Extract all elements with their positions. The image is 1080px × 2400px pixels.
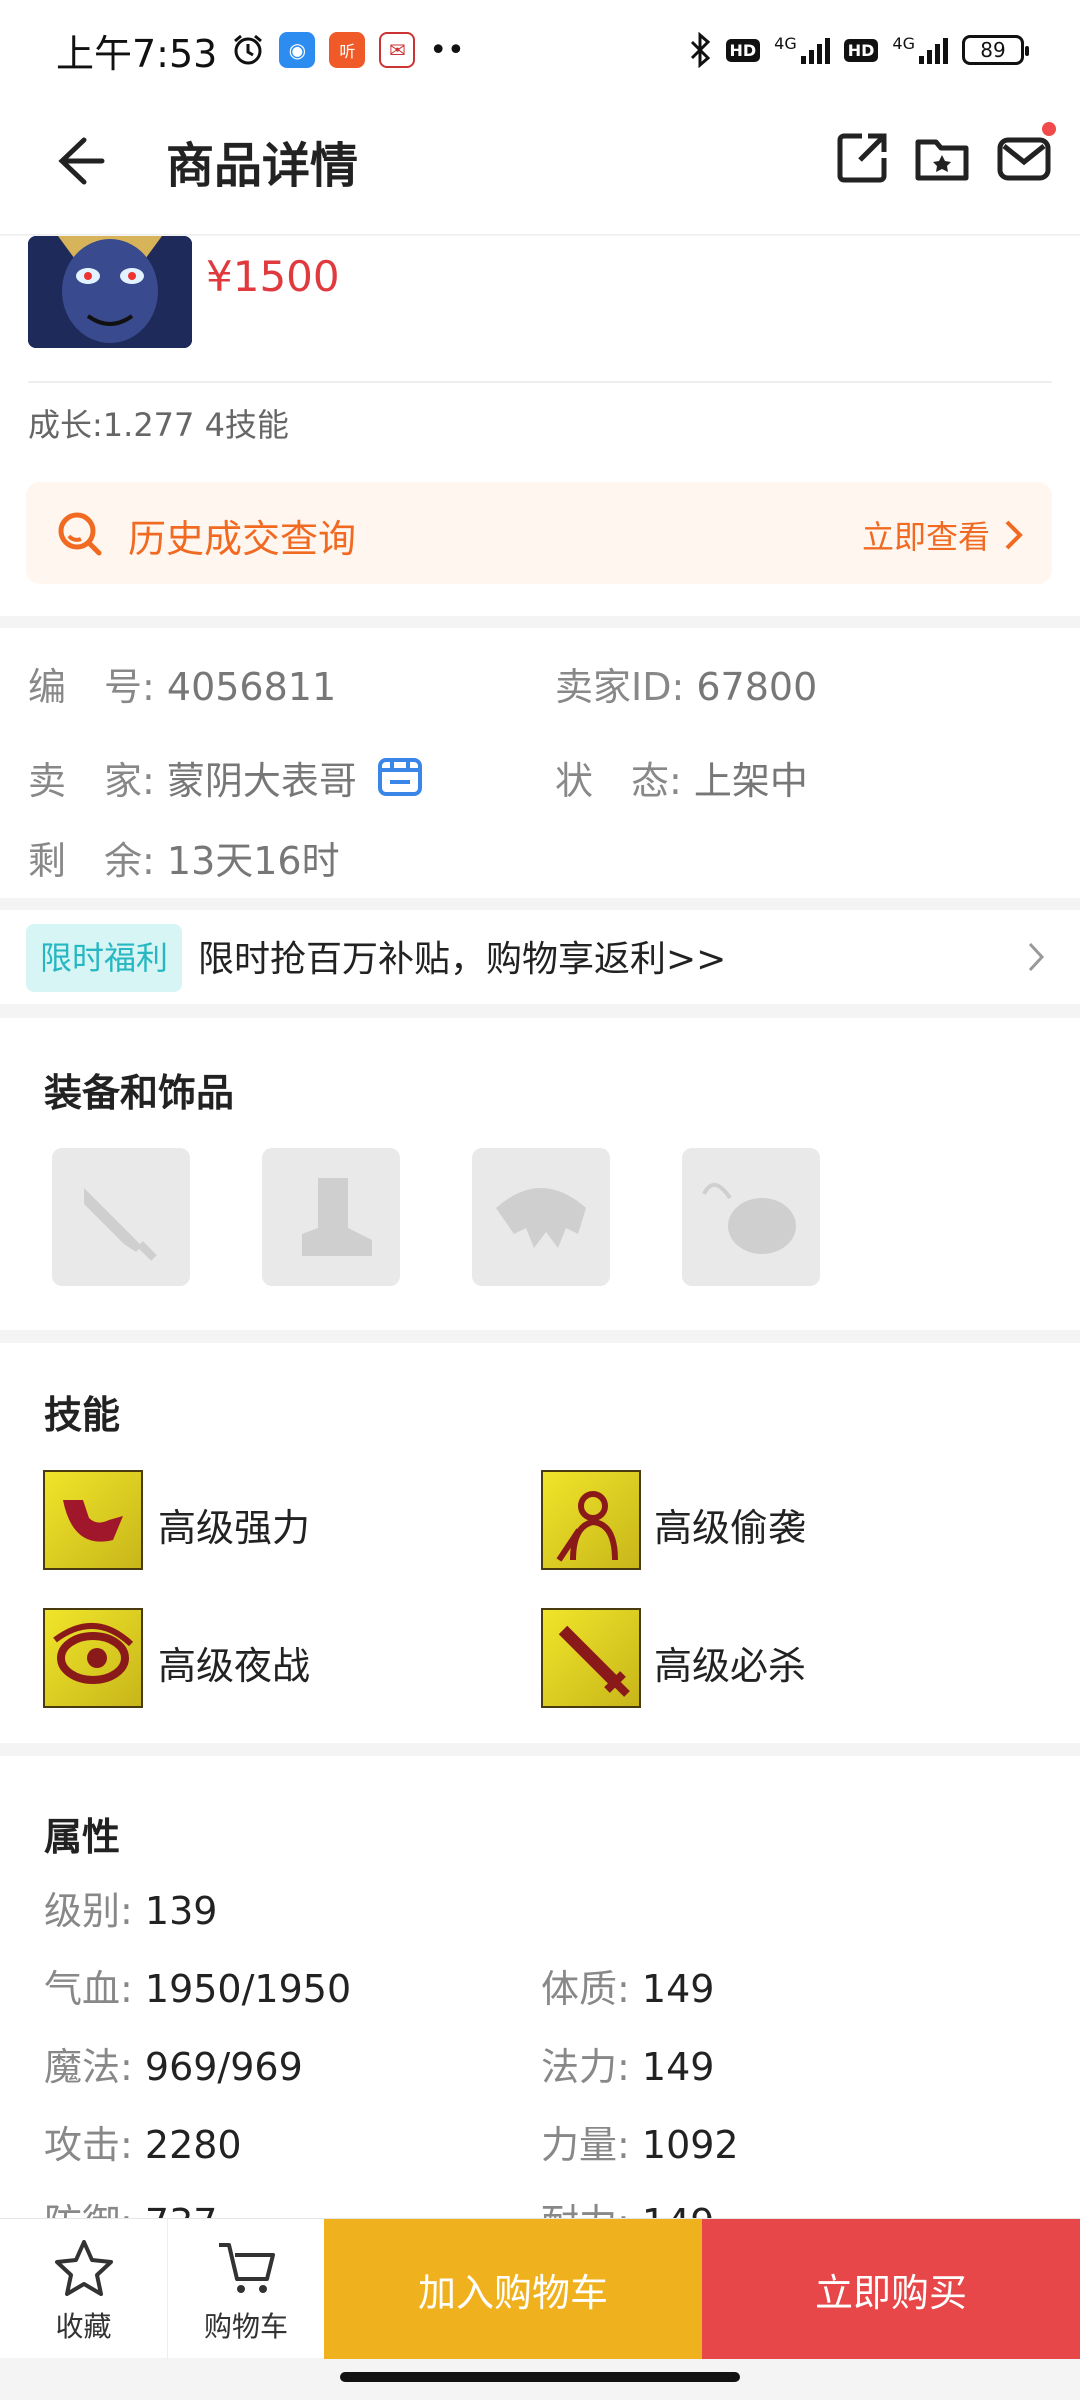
add-to-cart-button[interactable]: 加入购物车: [324, 2219, 702, 2359]
star-icon: [54, 2240, 113, 2296]
equipment-title: 装备和饰品: [44, 1071, 235, 1115]
listing-status: 状 态: 上架中: [555, 759, 808, 803]
item-number: 编 号: 4056811: [28, 665, 337, 709]
character-portrait-icon: [28, 236, 192, 348]
cart-label: 购物车: [203, 2310, 288, 2343]
signal-icon-2: [919, 36, 948, 64]
accessory-slot[interactable]: [682, 1148, 820, 1286]
battery-level: 89: [980, 38, 1006, 62]
skill-sneak-icon[interactable]: [541, 1470, 641, 1570]
skill-strength-icon[interactable]: [43, 1470, 143, 1570]
attr-mp: 魔法: 969/969: [44, 2045, 303, 2089]
armor-icon: [496, 1188, 586, 1248]
seller-id: 卖家ID: 67800: [555, 665, 818, 709]
product-thumbnail[interactable]: [28, 236, 192, 348]
boot-icon: [302, 1178, 372, 1256]
clock: 上午7:53: [56, 31, 218, 76]
share-icon[interactable]: [832, 128, 892, 188]
view-now-link[interactable]: 立即查看: [862, 512, 990, 558]
listen-app-icon: 听: [329, 32, 366, 68]
favorite-folder-icon[interactable]: [912, 128, 972, 188]
favorite-button[interactable]: 收藏: [0, 2219, 168, 2359]
divider: [28, 381, 1052, 383]
search-icon: [58, 512, 102, 556]
skills-title: 技能: [44, 1393, 121, 1437]
attr-level: 级别: 139: [44, 1889, 218, 1933]
mail-app-icon: ✉: [379, 32, 416, 68]
hd-badge-2: HD: [843, 38, 879, 62]
battery-icon: 89: [962, 35, 1029, 65]
skill-label: 高级夜战: [158, 1644, 311, 1688]
cart-icon: [219, 2243, 275, 2293]
message-icon[interactable]: [994, 128, 1054, 188]
skill-label: 高级强力: [158, 1506, 311, 1550]
page-title: 商品详情: [166, 138, 359, 194]
message-dot: [1042, 122, 1056, 136]
attr-magic: 法力: 149: [541, 2045, 715, 2089]
weapon-slot[interactable]: [52, 1148, 190, 1286]
alarm-icon: [234, 34, 263, 65]
back-arrow-icon[interactable]: [44, 128, 110, 194]
skill-label: 高级必杀: [654, 1644, 807, 1688]
attributes-title: 属性: [44, 1815, 121, 1859]
hd-badge-1: HD: [725, 38, 761, 62]
chevron-right-icon: [1005, 520, 1023, 550]
chevron-right-icon: [1028, 942, 1045, 972]
shop-icon[interactable]: [376, 752, 424, 798]
bottom-action-bar: 收藏 购物车 加入购物车 立即购买: [0, 2218, 1080, 2359]
history-label: 历史成交查询: [128, 517, 357, 561]
skill-label: 高级偷袭: [654, 1506, 807, 1550]
bluetooth-icon: [690, 32, 710, 68]
history-query-button[interactable]: 历史成交查询 立即查看: [26, 482, 1052, 584]
promo-banner[interactable]: 限时福利 限时抢百万补贴，购物享返利>>: [0, 910, 1080, 1004]
network-label-2: 4G: [892, 33, 915, 53]
wifi-app-icon: ◉: [279, 32, 316, 68]
attr-hp: 气血: 1950/1950: [44, 1967, 352, 2011]
home-indicator[interactable]: [340, 2372, 740, 2382]
favorite-label: 收藏: [55, 2310, 112, 2343]
attr-constitution: 体质: 149: [541, 1967, 715, 2011]
status-bar: 上午7:53 ◉ 听 ✉ •• HD 4G HD 4G 89: [0, 0, 1080, 100]
growth-info: 成长:1.277 4技能: [28, 406, 289, 444]
signal-icon: [800, 36, 830, 64]
armor-slot[interactable]: [472, 1148, 610, 1286]
attr-strength: 力量: 1092: [541, 2123, 739, 2167]
product-price: ¥1500: [206, 252, 340, 301]
top-nav: 商品详情: [0, 100, 1080, 235]
skill-night-icon[interactable]: [43, 1608, 143, 1708]
more-notifications-icon: ••: [429, 32, 465, 68]
seller-name: 卖 家: 蒙阴大表哥: [28, 759, 357, 803]
cart-button[interactable]: 购物车: [168, 2219, 324, 2359]
network-label-1: 4G: [774, 33, 797, 53]
boots-slot[interactable]: [262, 1148, 400, 1286]
promo-tag: 限时福利: [26, 924, 183, 992]
skill-crit-icon[interactable]: [541, 1608, 641, 1708]
sword-icon: [84, 1188, 157, 1261]
pouch-icon: [702, 1183, 796, 1254]
buy-now-button[interactable]: 立即购买: [702, 2219, 1080, 2359]
promo-text: 限时抢百万补贴，购物享返利>>: [198, 939, 727, 980]
attr-attack: 攻击: 2280: [44, 2123, 242, 2167]
remaining-time: 剩 余: 13天16时: [28, 839, 340, 883]
